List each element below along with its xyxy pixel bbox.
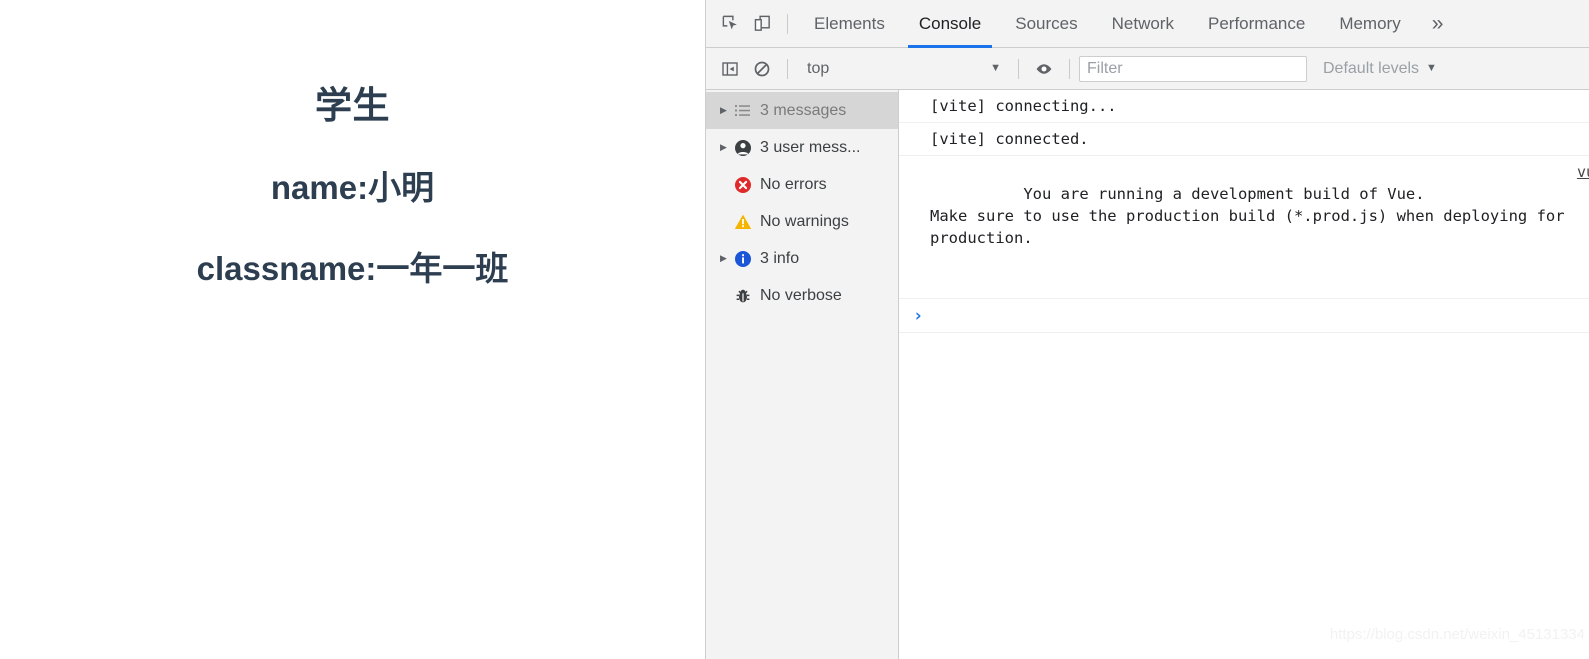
more-tabs-icon[interactable]: » (1418, 0, 1458, 48)
person-icon (734, 139, 760, 157)
sidebar-item-label: No verbose (760, 286, 842, 304)
console-toolbar-divider-2 (1018, 58, 1019, 79)
inspect-element-icon[interactable] (714, 8, 746, 40)
list-icon (734, 102, 760, 119)
console-body: ▶ 3 messages ▶ 3 user mess... No errors … (706, 90, 1589, 659)
filter-input[interactable] (1079, 55, 1307, 82)
show-console-sidebar-icon[interactable] (714, 53, 746, 85)
watermark: https://blog.csdn.net/weixin_45131334 (1329, 626, 1585, 643)
console-message: [vite] connected. (899, 123, 1589, 156)
sidebar-item-label: 3 messages (760, 101, 847, 119)
eye-icon[interactable] (1028, 53, 1060, 85)
sidebar-item-info[interactable]: ▶ 3 info (706, 240, 898, 277)
devtools-tabbar: Elements Console Sources Network Perform… (706, 0, 1589, 48)
execution-context-value: top (807, 59, 830, 77)
bug-icon (734, 287, 760, 305)
sidebar-item-label: 3 user mess... (760, 138, 861, 156)
web-page-viewport: 学生 name:小明 classname:一年一班 (0, 0, 705, 659)
expand-arrow-icon[interactable]: ▶ (720, 143, 734, 152)
sidebar-item-errors[interactable]: No errors (706, 166, 898, 203)
info-icon (734, 250, 760, 268)
log-levels-label: Default levels (1323, 59, 1420, 77)
sidebar-item-verbose[interactable]: No verbose (706, 277, 898, 314)
tab-elements[interactable]: Elements (797, 0, 902, 48)
sidebar-item-label: No warnings (760, 212, 849, 230)
page-content: 学生 name:小明 classname:一年一班 (0, 0, 705, 285)
page-title: 学生 (315, 85, 390, 126)
tab-console[interactable]: Console (902, 0, 998, 48)
sidebar-item-label: 3 info (760, 249, 800, 267)
sidebar-item-user-messages[interactable]: ▶ 3 user mess... (706, 129, 898, 166)
device-toolbar-icon[interactable] (746, 8, 778, 40)
error-icon (734, 176, 760, 194)
tab-memory[interactable]: Memory (1322, 0, 1417, 48)
console-message-source-link[interactable]: vu (1577, 161, 1589, 183)
console-message-text: You are running a development build of V… (930, 185, 1565, 247)
app-root: 学生 name:小明 classname:一年一班 Elements Conso… (0, 0, 1589, 659)
sidebar-item-warnings[interactable]: No warnings (706, 203, 898, 240)
student-class-line: classname:一年一班 (196, 250, 509, 287)
console-toolbar: top ▼ Default levels ▼ (706, 48, 1589, 90)
console-toolbar-divider-3 (1069, 58, 1070, 79)
chevron-down-icon: ▼ (990, 62, 1001, 74)
console-toolbar-divider-1 (787, 58, 788, 79)
sidebar-item-messages[interactable]: ▶ 3 messages (706, 92, 898, 129)
devtools-panel: Elements Console Sources Network Perform… (705, 0, 1589, 659)
console-message: You are running a development build of V… (899, 156, 1589, 299)
console-prompt[interactable]: › (899, 299, 1589, 333)
console-message: [vite] connecting... (899, 90, 1589, 123)
tab-sources[interactable]: Sources (998, 0, 1094, 48)
console-sidebar: ▶ 3 messages ▶ 3 user mess... No errors … (706, 90, 899, 659)
expand-arrow-icon[interactable]: ▶ (720, 254, 734, 263)
tab-performance[interactable]: Performance (1191, 0, 1322, 48)
prompt-caret-icon: › (913, 305, 924, 326)
execution-context-selector[interactable]: top ▼ (797, 55, 1009, 83)
expand-arrow-icon[interactable]: ▶ (720, 106, 734, 115)
chevron-down-icon: ▼ (1426, 62, 1437, 74)
toolbar-divider (787, 13, 788, 34)
console-message-list[interactable]: [vite] connecting... [vite] connected. Y… (899, 90, 1589, 659)
warning-icon (734, 213, 760, 231)
log-levels-selector[interactable]: Default levels ▼ (1315, 55, 1445, 83)
tab-network[interactable]: Network (1095, 0, 1191, 48)
sidebar-item-label: No errors (760, 175, 827, 193)
clear-console-icon[interactable] (746, 53, 778, 85)
student-name-line: name:小明 (270, 169, 435, 206)
